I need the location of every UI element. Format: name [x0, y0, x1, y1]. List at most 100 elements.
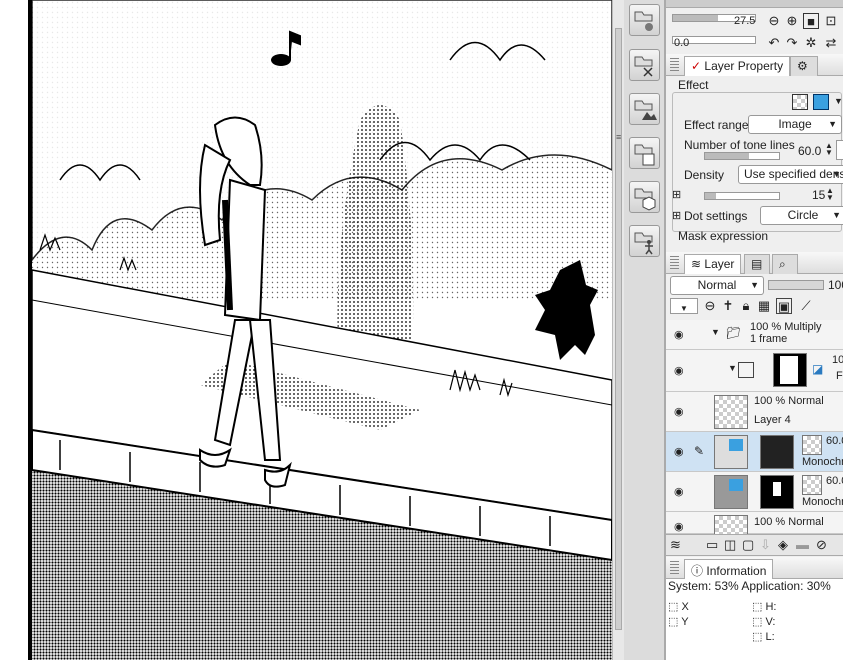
- apply-mask-icon[interactable]: ▬: [796, 537, 809, 552]
- layer-thumbnail: [714, 475, 748, 509]
- navigator-panel-button[interactable]: [629, 4, 660, 36]
- x-label-box: ⬚ X: [668, 601, 689, 613]
- layer-row-partial[interactable]: ◉ 100 % Normal: [666, 512, 843, 534]
- panel-icon-strip: [624, 0, 665, 660]
- mask-enable-icon[interactable]: ▣: [776, 298, 792, 314]
- scrollbar-grip-icon: ≡: [616, 132, 622, 142]
- l-label-box: ⬚ L:: [752, 631, 775, 643]
- tab-information[interactable]: ⓘ Information: [684, 559, 774, 579]
- film-icon: ▤: [751, 257, 763, 271]
- layer-property-body: Effect ▼ Effect range Image ▼ Number of t…: [666, 76, 843, 248]
- new-vector-layer-icon[interactable]: ◫: [724, 537, 736, 553]
- tab-search-layer[interactable]: ⌕: [772, 254, 798, 274]
- eye-icon[interactable]: ◉: [674, 330, 688, 341]
- gear-icon: ⚙: [797, 59, 808, 73]
- layer-sub: F: [836, 370, 843, 382]
- pose-panel-button[interactable]: [629, 225, 660, 257]
- zoom-out-icon[interactable]: ⊖: [766, 13, 782, 29]
- expand-plus-icon[interactable]: ⊞: [672, 209, 681, 222]
- rotate-value: 0.0: [674, 37, 690, 49]
- manga-artwork: [0, 0, 612, 660]
- canvas-vertical-scrollbar[interactable]: ≡: [612, 0, 624, 660]
- lock-transparency-icon[interactable]: ▦: [756, 298, 772, 314]
- mask-thumbnail: [760, 435, 794, 469]
- eye-icon[interactable]: ◉: [674, 487, 688, 498]
- tone-lines-value: 60.0: [798, 144, 822, 158]
- layer-title: 100 % Multiply: [750, 321, 822, 333]
- expand-arrow-icon[interactable]: ▼: [728, 363, 737, 373]
- tab-secondary[interactable]: ⚙: [790, 56, 818, 76]
- reset-rotate-icon[interactable]: ✲: [803, 35, 819, 51]
- layer-row-folder[interactable]: ◉ ▼ 📁︎ 100 % Multiply 1 frame: [666, 320, 843, 350]
- tone-icon: [802, 435, 822, 455]
- opacity-slider[interactable]: [768, 280, 824, 290]
- ruler-icon[interactable]: ⟋: [798, 298, 814, 314]
- information-header: ⓘ Information: [666, 557, 843, 579]
- info-icon: ⓘ: [691, 564, 704, 578]
- sub-tool-panel-button[interactable]: [629, 49, 660, 81]
- eye-icon[interactable]: ◉: [674, 522, 688, 533]
- layer-row-layer-4[interactable]: ◉ 100 % Normal Layer 4: [666, 392, 843, 432]
- v-label-box: ⬚ V:: [752, 616, 776, 628]
- expand-arrow-icon[interactable]: ▼: [711, 327, 720, 337]
- actual-size-icon[interactable]: ⊡: [823, 13, 839, 29]
- layer-color-dropdown[interactable]: ▼: [670, 298, 698, 314]
- layer-title: 60.0: [826, 435, 843, 447]
- tab-layer-property[interactable]: ✓ Layer Property: [684, 56, 791, 76]
- zoom-in-icon[interactable]: ⊕: [784, 13, 800, 29]
- lock-icon[interactable]: 🔒︎: [738, 298, 754, 314]
- tone-lines-label: Number of tone lines: [684, 138, 795, 152]
- rotate-right-icon[interactable]: ↷: [784, 35, 800, 51]
- layer-thumbnail: [714, 395, 748, 429]
- eye-icon[interactable]: ◉: [674, 366, 688, 377]
- merge-down-icon[interactable]: ⇩: [760, 537, 771, 553]
- fit-window-icon[interactable]: ■: [803, 13, 819, 29]
- density-slider[interactable]: [704, 192, 780, 200]
- delete-layer-icon[interactable]: ⊘: [816, 537, 827, 553]
- dot-settings-dropdown[interactable]: Circle ▼: [760, 206, 843, 225]
- new-folder-icon[interactable]: ▢: [742, 537, 754, 553]
- expand-plus-icon[interactable]: ⊞: [672, 188, 681, 201]
- eye-icon[interactable]: ◉: [674, 407, 688, 418]
- density-spinner[interactable]: ▲ ▼: [826, 187, 834, 202]
- layer-list[interactable]: ◉ ▼ 📁︎ 100 % Multiply 1 frame ◉ ▼ ◪ 10 F…: [666, 320, 843, 534]
- mask-thumbnail: [760, 475, 794, 509]
- mask-add-icon[interactable]: ◈: [778, 537, 788, 553]
- tone-lines-spinner[interactable]: ▲ ▼: [825, 142, 833, 157]
- tone-lines-slider[interactable]: [704, 152, 780, 160]
- layer-sub: Monochr: [802, 456, 843, 468]
- layer-row-tone[interactable]: ◉ 60.0 Monochr: [666, 472, 843, 512]
- layer-title: 100 % Normal: [754, 516, 824, 528]
- flip-icon[interactable]: ⇄: [823, 35, 839, 51]
- density-label: Density: [684, 168, 725, 182]
- density-dropdown[interactable]: Use specified dens ▼: [738, 165, 843, 184]
- layer-row-frame[interactable]: ◉ ▼ ◪ 10 F: [666, 350, 843, 392]
- information-body: System: 53% Application: 30% ⬚ X ⬚ Y ⬚ H…: [666, 579, 843, 660]
- layer-row-tone-selected[interactable]: ◉ ✎ 60.0 Monochr: [666, 432, 843, 472]
- effect-range-dropdown[interactable]: Image ▼: [748, 115, 842, 134]
- layer-color-icon[interactable]: [813, 94, 829, 110]
- tab-animation[interactable]: ▤: [744, 254, 770, 274]
- 3d-panel-button[interactable]: [629, 181, 660, 213]
- layer-stack-icon[interactable]: ≋: [670, 537, 681, 553]
- rotate-left-icon[interactable]: ↶: [766, 35, 782, 51]
- tone-icon: [802, 475, 822, 495]
- material-panel-button[interactable]: [629, 93, 660, 125]
- pen-check-icon: ✓: [691, 59, 702, 73]
- layer-sub: 1 frame: [750, 333, 788, 345]
- tone-effect-icon[interactable]: [792, 94, 808, 110]
- chevron-down-icon[interactable]: ▼: [834, 96, 843, 106]
- scrollbar-thumb[interactable]: [615, 28, 622, 630]
- drawing-canvas[interactable]: [0, 0, 612, 660]
- reference-icon[interactable]: ✝: [720, 298, 736, 314]
- blend-mode-dropdown[interactable]: Normal ▼: [670, 276, 764, 295]
- new-raster-layer-icon[interactable]: ▭: [706, 537, 718, 553]
- frame-thumbnail: [773, 353, 807, 387]
- eye-icon[interactable]: ◉: [674, 447, 688, 458]
- effect-range-label: Effect range: [684, 118, 749, 132]
- timeline-panel-button[interactable]: [629, 137, 660, 169]
- tab-layer[interactable]: ≋ Layer: [684, 254, 742, 274]
- opacity-value: 100: [828, 278, 843, 292]
- layer-title: 100 % Normal: [754, 395, 824, 407]
- clip-icon[interactable]: ⊖: [702, 298, 718, 314]
